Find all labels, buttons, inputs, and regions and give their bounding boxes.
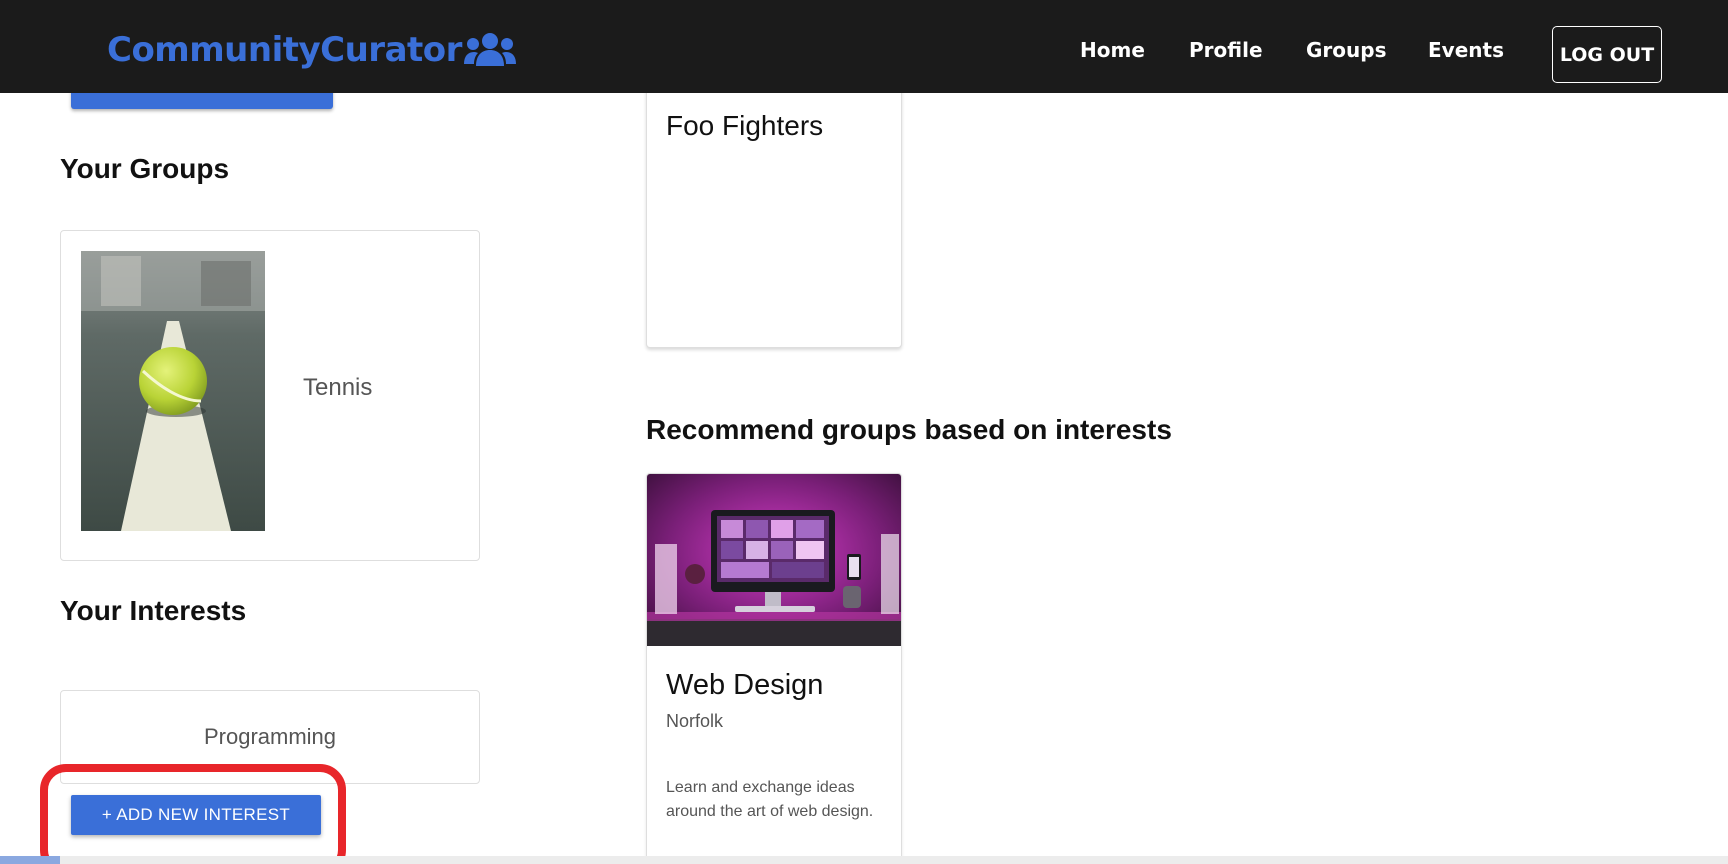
nav-link-groups[interactable]: Groups <box>1306 38 1386 62</box>
nav-link-profile[interactable]: Profile <box>1189 38 1263 62</box>
group-card-title: Foo Fighters <box>666 110 824 141</box>
computer-desk-picture <box>647 474 901 646</box>
add-new-interest-button[interactable]: + ADD NEW INTEREST <box>71 795 321 835</box>
recommended-group-description: Learn and exchange ideas around the art … <box>666 779 874 820</box>
tennis-ball-image <box>81 251 265 531</box>
recommended-group-title: Web Design <box>666 669 824 701</box>
brand-logo-link[interactable]: CommunityCurator <box>107 30 516 70</box>
group-name: Tennis <box>303 374 373 401</box>
recommend-heading: Recommend groups based on interests <box>646 414 1172 445</box>
brand-name: CommunityCurator <box>107 30 462 70</box>
your-interests-heading: Your Interests <box>60 595 247 626</box>
horizontal-scrollbar-thumb[interactable] <box>0 856 60 864</box>
interest-item[interactable]: Programming <box>60 690 480 784</box>
logout-button[interactable]: LOG OUT <box>1552 26 1662 83</box>
nav-link-home[interactable]: Home <box>1080 38 1145 62</box>
group-card-foo-fighters[interactable]: Foo Fighters <box>646 70 902 348</box>
interest-label: Programming <box>203 724 337 749</box>
top-navbar: CommunityCurator Home Profile Groups Eve… <box>0 0 1728 93</box>
users-icon <box>463 33 516 66</box>
your-groups-heading: Your Groups <box>60 153 230 184</box>
computer-desk-image <box>647 474 901 646</box>
recommended-group-location: Norfolk <box>666 711 724 731</box>
nav-link-events[interactable]: Events <box>1428 38 1504 62</box>
tennis-court-picture <box>81 251 265 531</box>
horizontal-scrollbar-track <box>0 856 1728 864</box>
group-card[interactable]: Tennis <box>60 230 480 561</box>
recommended-group-card[interactable]: Web Design Norfolk Learn and exchange id… <box>646 473 902 864</box>
